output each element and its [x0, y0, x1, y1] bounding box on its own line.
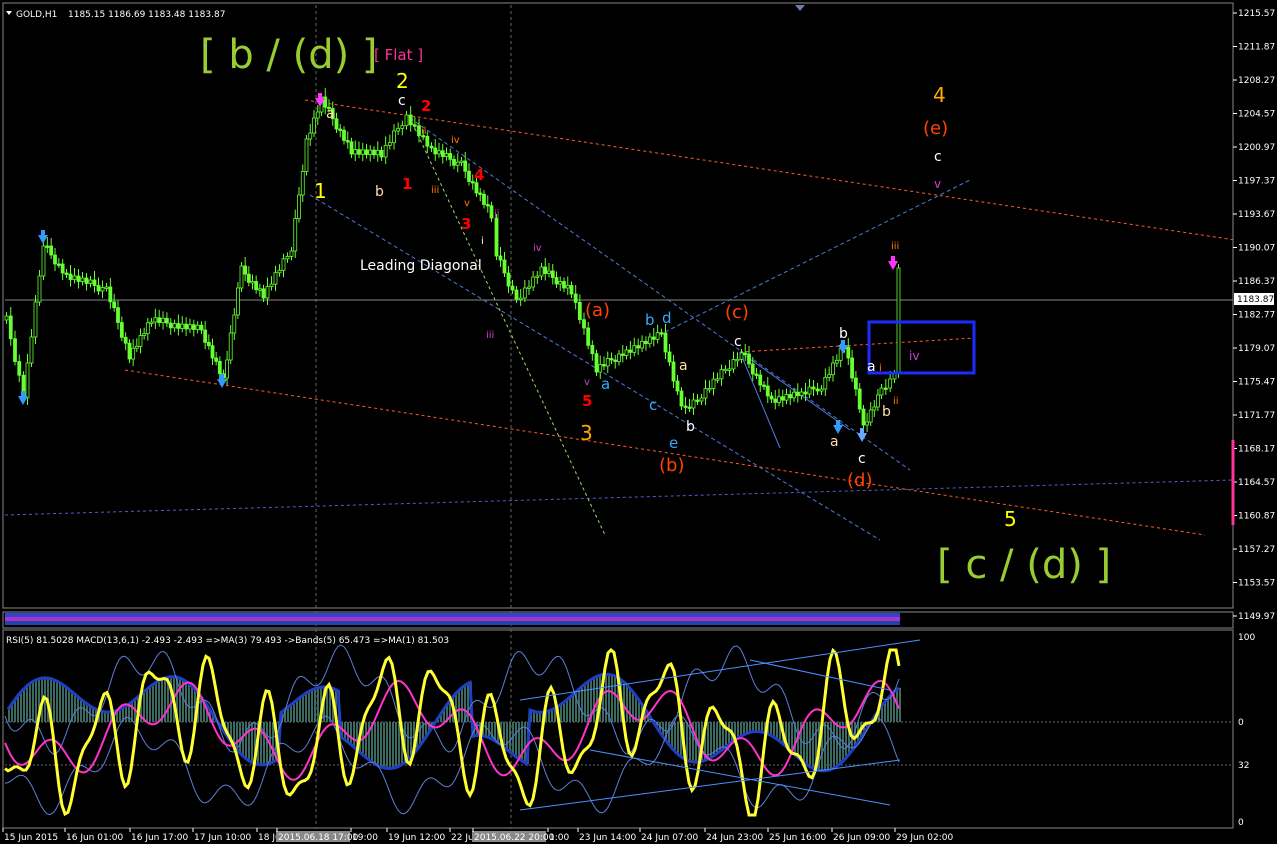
price-tick-label: 1193.67 [1238, 210, 1275, 220]
price-tick-label: 1153.57 [1238, 579, 1275, 589]
price-axis[interactable]: 1215.57 1211.87 1208.27 1204.57 1200.97 1197.… [1233, 9, 1275, 622]
time-tick-label: 16 Jun 01:00 [66, 833, 123, 843]
svg-text:(c): (c) [725, 302, 749, 323]
svg-text:iv: iv [909, 349, 919, 363]
svg-text:(e): (e) [923, 118, 948, 139]
price-tick-label: 1171.77 [1238, 411, 1275, 421]
indicator-scale-top: 100 [1238, 633, 1255, 643]
time-axis[interactable]: 15 Jun 2015 16 Jun 01:00 16 Jun 17:00 17 Ju… [2, 828, 953, 843]
svg-text:b: b [839, 326, 848, 342]
svg-text:iv: iv [533, 243, 542, 254]
price-tick-label: 1149.97 [1238, 612, 1275, 622]
svg-text:iii: iii [431, 185, 439, 196]
price-tick-label: 1186.37 [1238, 277, 1275, 287]
svg-text:e: e [669, 434, 678, 452]
svg-text:5: 5 [1004, 507, 1017, 531]
chart-window[interactable]: GOLD,H1 1185.15 1186.69 1183.48 1183.87 … [0, 0, 1277, 844]
price-tick-label: 1168.17 [1238, 445, 1275, 455]
svg-text:d: d [662, 309, 672, 327]
indicator-scale-32: 32 [1238, 761, 1249, 771]
svg-text:a: a [326, 106, 335, 122]
price-tick-label: 1215.57 [1238, 9, 1275, 19]
svg-text:iv: iv [451, 135, 460, 146]
svg-text:b: b [882, 404, 891, 420]
time-tick-label: 17 Jun 10:00 [194, 833, 251, 843]
svg-text:v: v [934, 177, 941, 191]
svg-text:(a): (a) [585, 300, 610, 321]
price-tick-label: 1200.97 [1238, 143, 1275, 153]
price-tick-label: 1182.77 [1238, 311, 1275, 321]
svg-text:b: b [375, 184, 384, 200]
symbol-label: GOLD,H1 [16, 10, 57, 20]
svg-text:1: 1 [402, 175, 412, 193]
time-tick-label: 1:00 [549, 833, 569, 843]
time-tick-label: 15 Jun 2015 [4, 833, 58, 843]
price-tick-label: 1211.87 [1238, 43, 1275, 53]
svg-text:a: a [867, 359, 876, 375]
svg-text:c: c [649, 396, 657, 414]
indicator-header: RSI(5) 81.5028 MACD(13,6,1) -2.493 -2.49… [6, 636, 449, 646]
svg-text:a: a [601, 375, 610, 393]
svg-text:c: c [734, 334, 742, 350]
price-tick-label: 1204.57 [1238, 110, 1275, 120]
svg-text:2: 2 [396, 69, 409, 93]
time-tick-label: 23 Jun 14:00 [579, 833, 636, 843]
svg-text:4: 4 [933, 83, 946, 107]
time-tick-label: 29 Jun 02:00 [896, 833, 953, 843]
time-tick-label: 16 Jun 17:00 [131, 833, 188, 843]
time-tick-label: 25 Jun 16:00 [769, 833, 826, 843]
svg-text:3: 3 [580, 421, 593, 445]
price-tick-label: 1190.07 [1238, 244, 1275, 254]
price-tick-label: 1179.07 [1238, 344, 1275, 354]
indicator-scale-bottom: 0 [1238, 818, 1244, 828]
svg-text:1: 1 [314, 179, 327, 203]
svg-text:(d): (d) [847, 470, 872, 491]
indicator-scale-mid: 0 [1238, 718, 1244, 728]
svg-text:iii: iii [486, 330, 494, 341]
svg-text:5: 5 [582, 392, 592, 410]
price-tick-label: 1157.27 [1238, 545, 1275, 555]
indicator-panel[interactable] [2, 629, 1234, 829]
time-tick-label: 24 Jun 07:00 [641, 833, 698, 843]
svg-text:a: a [679, 358, 688, 374]
time-tick-label: 19 Jun 12:00 [388, 833, 445, 843]
time-tick-label: 19:00 [352, 833, 378, 843]
svg-text:c: c [934, 149, 942, 165]
svg-text:i: i [879, 363, 882, 374]
svg-text:4: 4 [474, 166, 484, 184]
svg-text:v: v [584, 377, 590, 388]
price-panel[interactable] [2, 2, 1234, 609]
time-tick-label: 2015.06.22 20:00 [474, 833, 555, 843]
svg-text:b: b [645, 311, 655, 329]
svg-text:ii: ii [494, 209, 500, 220]
svg-text:2: 2 [421, 97, 431, 115]
time-tick-label: 26 Jun 09:00 [833, 833, 890, 843]
ohlc-values: 1185.15 1186.69 1183.48 1183.87 [68, 10, 225, 20]
time-tick-label: 2015.06.18 17:00 [278, 833, 359, 843]
svg-text:b: b [686, 419, 695, 435]
price-tick-label: 1164.57 [1238, 478, 1275, 488]
svg-text:c: c [398, 93, 406, 109]
svg-text:3: 3 [461, 215, 471, 233]
label-leading-diagonal: Leading Diagonal [360, 258, 482, 274]
indicator-strip [5, 613, 900, 625]
price-tick-label: 1160.87 [1238, 512, 1275, 522]
price-tick-label: 1208.27 [1238, 76, 1275, 86]
label-flat: [ Flat ] [374, 46, 423, 64]
svg-text:(b): (b) [659, 455, 684, 476]
price-tick-label: 1175.47 [1238, 378, 1275, 388]
time-tick-label: 24 Jun 23:00 [706, 833, 763, 843]
label-c-d: [ c / (d) ] [937, 542, 1111, 588]
label-b-d: [ b / (d) ] [200, 32, 378, 78]
current-price-label: 1183.87 [1237, 295, 1274, 305]
svg-text:i: i [481, 236, 484, 247]
svg-text:iii: iii [891, 241, 899, 252]
svg-text:v: v [464, 198, 470, 209]
svg-text:ii: ii [893, 396, 899, 407]
svg-text:a: a [830, 434, 839, 450]
svg-text:c: c [858, 451, 866, 467]
svg-text:ii: ii [421, 126, 427, 137]
price-tick-label: 1197.37 [1238, 177, 1275, 187]
